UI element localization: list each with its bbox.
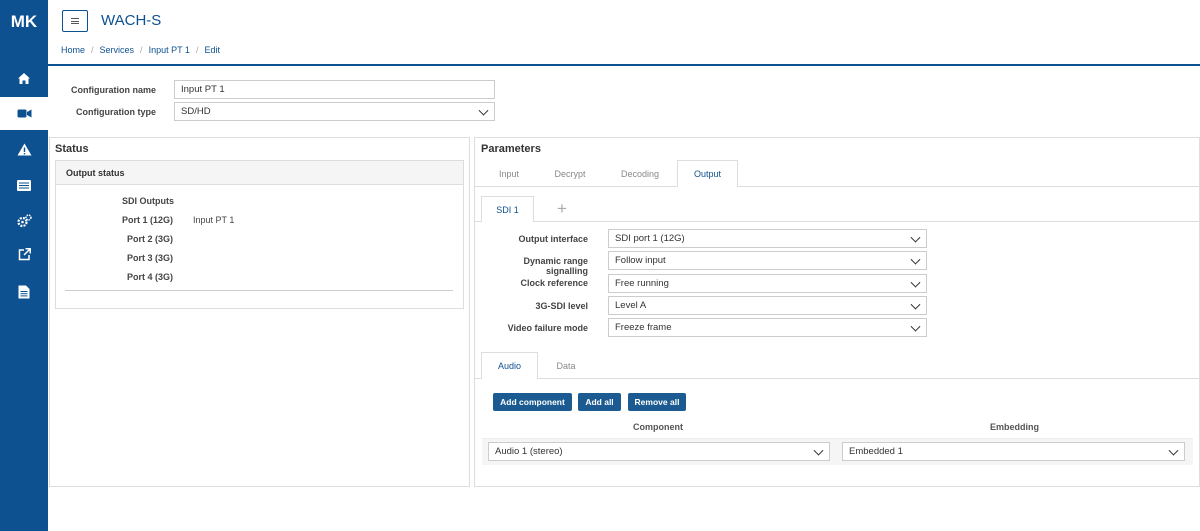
breadcrumb-separator: / (195, 45, 199, 55)
clock-reference-label: Clock reference (520, 278, 588, 288)
nav-list[interactable] (0, 169, 48, 202)
home-icon (18, 73, 30, 84)
port-label: Port 4 (3G) (127, 272, 174, 282)
breadcrumb-current: Edit (204, 45, 220, 55)
config-type-value: SD/HD (181, 106, 211, 117)
breadcrumb-separator: / (91, 45, 94, 55)
dynamic-range-label: Dynamic range signalling (523, 256, 588, 276)
config-type-label: Configuration type (76, 107, 156, 117)
output-interface-select[interactable]: SDI port 1 (12G) (608, 229, 927, 248)
clock-reference-select[interactable]: Free running (608, 274, 927, 293)
breadcrumb-separator: / (140, 45, 143, 55)
add-sdi-tab-button[interactable]: + (550, 198, 574, 220)
chevron-down-icon (910, 254, 921, 265)
chevron-down-icon (910, 232, 921, 243)
embedding-column-header: Embedding (990, 422, 1039, 432)
cogs-icon (16, 213, 32, 227)
config-type-select[interactable]: SD/HD (174, 102, 495, 121)
tab-output[interactable]: Output (677, 160, 738, 187)
port-label: Port 1 (12G) (122, 215, 174, 225)
chevron-down-icon (910, 299, 921, 310)
sdi-outputs-heading: SDI Outputs (122, 196, 174, 206)
external-link-icon (18, 248, 31, 261)
sdi-level-value: Level A (615, 300, 647, 311)
port-label: Port 3 (3G) (127, 253, 174, 263)
port-label: Port 2 (3G) (127, 234, 174, 244)
hamburger-icon (71, 18, 79, 24)
config-name-label: Configuration name (71, 85, 156, 95)
sdi-tab-bar-line (475, 221, 1200, 222)
embedding-value: Embedded 1 (849, 446, 903, 457)
parameters-title: Parameters (481, 143, 541, 155)
clock-reference-value: Free running (615, 278, 669, 289)
chevron-down-icon (478, 105, 489, 116)
tab-decrypt[interactable]: Decrypt (545, 161, 595, 186)
chevron-down-icon (813, 445, 824, 456)
breadcrumb-service[interactable]: Input PT 1 (149, 45, 190, 55)
nav-external[interactable] (0, 238, 48, 271)
config-name-value: Input PT 1 (181, 84, 225, 95)
add-all-button[interactable]: Add all (578, 393, 621, 411)
list-icon (17, 180, 31, 191)
status-title: Status (55, 143, 89, 155)
component-column-header: Component (633, 422, 683, 432)
tab-decoding[interactable]: Decoding (612, 161, 668, 186)
config-name-input[interactable]: Input PT 1 (174, 80, 495, 99)
output-interface-label: Output interface (518, 234, 588, 244)
sdi-level-label: 3G-SDI level (535, 301, 588, 311)
app-title: WACH-S (101, 12, 162, 29)
dynamic-range-value: Follow input (615, 255, 666, 266)
video-failure-label: Video failure mode (507, 323, 588, 333)
nav-settings[interactable] (0, 204, 48, 237)
output-status-header: Output status (56, 161, 463, 185)
header: WACH-S Home / Services / Input PT 1 / Ed… (48, 0, 1200, 66)
dynamic-range-select[interactable]: Follow input (608, 251, 927, 270)
warning-icon (17, 143, 31, 156)
video-camera-icon (17, 109, 31, 118)
sdi-level-select[interactable]: Level A (608, 296, 927, 315)
breadcrumb-services[interactable]: Services (100, 45, 135, 55)
tab-data[interactable]: Data (548, 353, 584, 378)
audio-tab-bar-line (475, 378, 1200, 379)
nav-home[interactable] (0, 62, 48, 95)
component-value: Audio 1 (stereo) (495, 446, 563, 457)
video-failure-select[interactable]: Freeze frame (608, 318, 927, 337)
chevron-down-icon (910, 321, 921, 332)
divider (65, 290, 453, 291)
tab-sdi-1[interactable]: SDI 1 (481, 196, 534, 222)
add-component-button[interactable]: Add component (493, 393, 572, 411)
chevron-down-icon (910, 277, 921, 288)
tab-audio[interactable]: Audio (481, 352, 538, 379)
port-value: Input PT 1 (193, 215, 235, 225)
document-icon (18, 285, 30, 298)
menu-toggle-button[interactable] (62, 10, 88, 32)
chevron-down-icon (1168, 445, 1179, 456)
nav-alarms[interactable] (0, 133, 48, 166)
tab-bar-line (475, 186, 1200, 187)
breadcrumb: Home / Services / Input PT 1 / Edit (61, 45, 220, 55)
video-failure-value: Freeze frame (615, 322, 672, 333)
nav-documents[interactable] (0, 275, 48, 308)
sidebar: MK (0, 0, 48, 531)
component-select[interactable]: Audio 1 (stereo) (488, 442, 830, 461)
logo: MK (10, 12, 38, 31)
embedding-select[interactable]: Embedded 1 (842, 442, 1185, 461)
breadcrumb-home[interactable]: Home (61, 45, 85, 55)
tab-input[interactable]: Input (487, 161, 531, 186)
remove-all-button[interactable]: Remove all (628, 393, 686, 411)
nav-services[interactable] (0, 97, 48, 130)
output-interface-value: SDI port 1 (12G) (615, 233, 685, 244)
